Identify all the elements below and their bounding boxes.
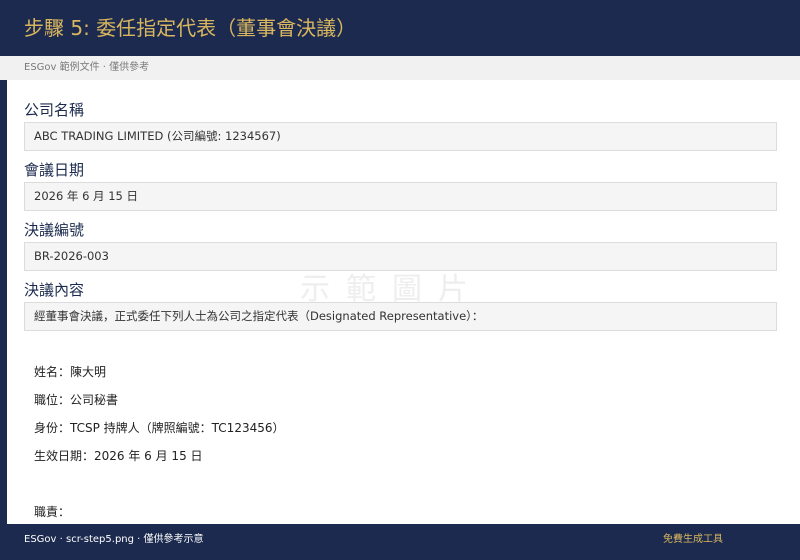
free-generator-link[interactable]: 免費生成工具 <box>660 533 723 547</box>
resolution-number-label: 決議編號 <box>24 221 85 239</box>
detail-identity: 身份：TCSP 持牌人（牌照編號：TC123456） <box>34 421 285 435</box>
detail-duties: 職責： <box>34 505 71 519</box>
company-name-field: ABC TRADING LIMITED (公司編號: 1234567) <box>24 122 777 151</box>
meeting-date-label: 會議日期 <box>24 161 85 179</box>
page-title: 步驟 5: 委任指定代表（董事會決議） <box>24 16 357 40</box>
resolution-number-field: BR-2026-003 <box>24 242 777 271</box>
footer-caption: ESGov · scr-step5.png · 僅供參考示意 <box>24 534 204 545</box>
detail-name: 姓名：陳大明 <box>34 365 107 379</box>
company-name-label: 公司名稱 <box>24 101 85 119</box>
footer-bar: ESGov · scr-step5.png · 僅供參考示意 免費生成工具 <box>0 524 800 560</box>
subheader-text: ESGov 範例文件 · 僅供參考 <box>24 62 150 73</box>
free-generator-label: 免費生成工具 <box>663 534 723 545</box>
subheader-bar: ESGov 範例文件 · 僅供參考 <box>0 56 800 80</box>
document-content: 示範圖片 公司名稱 ABC TRADING LIMITED (公司編號: 123… <box>0 80 800 524</box>
left-accent-rail <box>0 80 7 524</box>
meeting-date-field: 2026 年 6 月 15 日 <box>24 182 777 211</box>
resolution-content-label: 決議內容 <box>24 281 85 299</box>
detail-effective-date: 生效日期：2026 年 6 月 15 日 <box>34 449 203 463</box>
page: 步驟 5: 委任指定代表（董事會決議） ESGov 範例文件 · 僅供參考 示範… <box>0 0 800 560</box>
resolution-content-field: 經董事會決議，正式委任下列人士為公司之指定代表（Designated Repre… <box>24 302 777 331</box>
header-bar: 步驟 5: 委任指定代表（董事會決議） <box>0 0 800 56</box>
detail-position: 職位：公司秘書 <box>34 393 119 407</box>
